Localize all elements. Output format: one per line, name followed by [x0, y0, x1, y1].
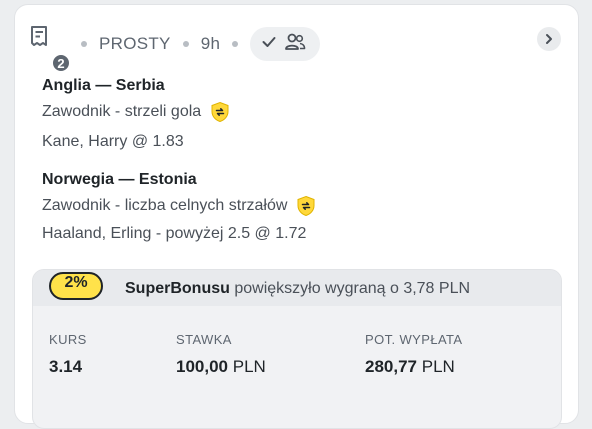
payout-stat: POT. WYPŁATA 280,77 PLN [365, 332, 463, 377]
selection-item[interactable]: Anglia — Serbia Zawodnik - strzeli gola … [42, 77, 231, 151]
bet-ticket-card[interactable]: 2 PROSTY 9h Anglia — Serbia Zawodnik - s… [14, 4, 579, 429]
bonus-name: SuperBonusu [125, 280, 230, 297]
ticket-meta: PROSTY 9h [81, 27, 321, 61]
separator-dot [232, 41, 239, 47]
check-icon [262, 35, 276, 53]
odds-label: KURS [49, 332, 87, 347]
payout-value: 280,77 [365, 357, 417, 376]
stake-stat: STAWKA 100,00 PLN [176, 332, 266, 377]
users-icon [284, 32, 306, 57]
payout-amount: 280,77 PLN [365, 357, 463, 377]
market-row: Zawodnik - strzeli gola [42, 101, 231, 123]
bet-type: PROSTY [99, 34, 171, 53]
pick-text: Haaland, Erling - powyżej 2.5 @ 1.72 [42, 225, 307, 242]
stake-label: STAWKA [176, 332, 232, 347]
superbonus-shield-icon [209, 101, 231, 123]
bonus-percent-badge: 2% [49, 272, 103, 300]
selection-count-badge: 2 [51, 53, 71, 73]
chevron-right-icon[interactable] [537, 27, 561, 51]
bonus-description: powiększyło wygraną o 3,78 PLN [234, 280, 471, 297]
match-name: Anglia — Serbia [42, 77, 165, 94]
payout-label: POT. WYPŁATA [365, 332, 463, 347]
bonus-message: SuperBonusu powiększyło wygraną o 3,78 P… [125, 280, 470, 298]
market-name: Zawodnik - liczba celnych strzałów [42, 197, 288, 214]
market-name: Zawodnik - strzeli gola [42, 103, 202, 120]
payout-currency: PLN [421, 357, 455, 376]
superbonus-bar: 2% SuperBonusu powiększyło wygraną o 3,7… [33, 270, 561, 306]
selection-item[interactable]: Norwegia — Estonia Zawodnik - liczba cel… [42, 171, 317, 243]
separator-dot [182, 41, 189, 47]
ticket-header: 2 PROSTY 9h [15, 5, 578, 77]
superbonus-shield-icon [295, 195, 317, 217]
ticket-summary: 2% SuperBonusu powiększyło wygraną o 3,7… [32, 269, 562, 429]
pick-text: Kane, Harry @ 1.83 [42, 133, 184, 150]
odds-value: 3.14 [49, 357, 83, 376]
market-row: Zawodnik - liczba celnych strzałów [42, 195, 317, 217]
match-name: Norwegia — Estonia [42, 171, 197, 188]
stake-value: 100,00 [176, 357, 228, 376]
time-ago: 9h [200, 34, 221, 53]
stake-currency: PLN [232, 357, 266, 376]
stake-amount: 100,00 PLN [176, 357, 266, 377]
shared-status-pill[interactable] [250, 27, 321, 61]
bet-slip-icon: 2 [29, 25, 71, 73]
odds-stat: KURS 3.14 [49, 332, 87, 377]
separator-dot [81, 41, 87, 47]
